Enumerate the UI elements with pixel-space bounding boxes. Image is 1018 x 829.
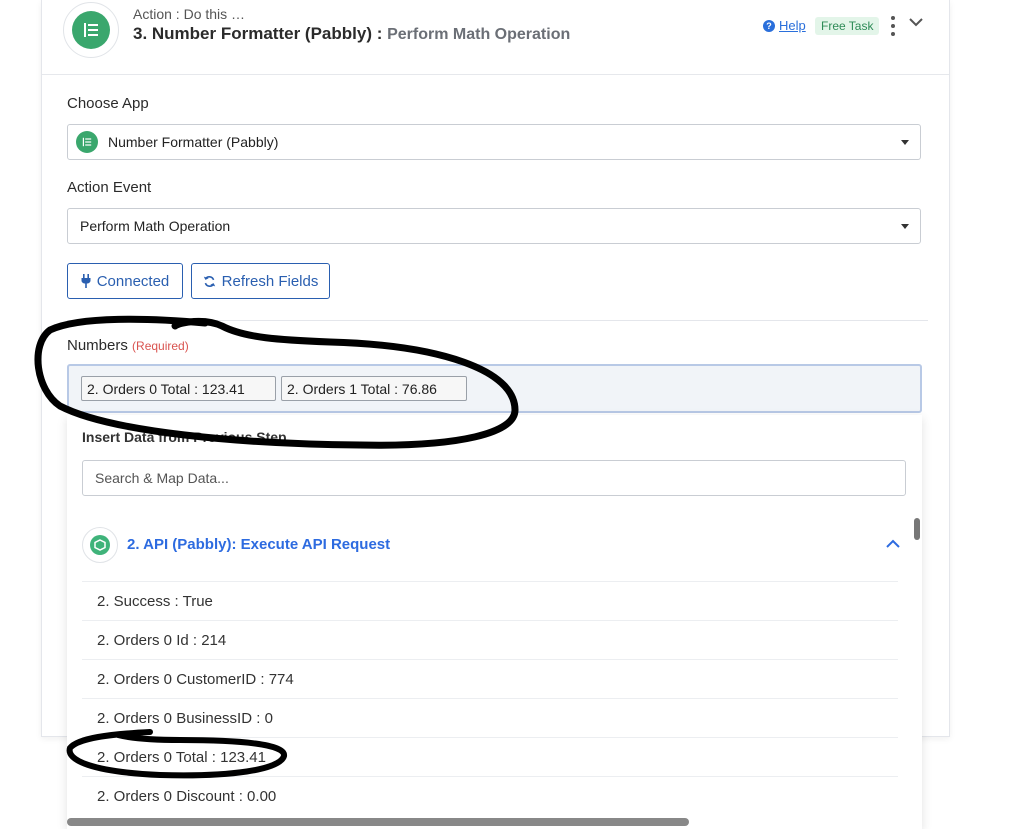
list-item[interactable]: 2. Orders 0 Discount : 0.00 bbox=[82, 776, 898, 815]
numbers-input[interactable]: 2. Orders 0 Total : 123.41 2. Orders 1 T… bbox=[67, 364, 922, 413]
choose-app-select[interactable]: Number Formatter (Pabbly) bbox=[67, 124, 921, 160]
number-formatter-icon bbox=[76, 131, 98, 153]
search-map-data-input[interactable] bbox=[82, 460, 906, 496]
step-subtitle: Perform Math Operation bbox=[387, 26, 571, 43]
connected-label: Connected bbox=[96, 272, 170, 290]
caret-down-icon bbox=[901, 224, 909, 229]
step-header[interactable]: Action : Do this … 3. Number Formatter (… bbox=[42, 0, 949, 75]
choose-app-label: Choose App bbox=[67, 95, 149, 112]
action-event-select[interactable]: Perform Math Operation bbox=[67, 208, 921, 244]
caret-down-icon bbox=[901, 140, 909, 145]
api-step-group-header[interactable]: 2. API (Pabbly): Execute API Request bbox=[82, 527, 900, 567]
action-event-label: Action Event bbox=[67, 179, 152, 196]
chevron-down-icon[interactable] bbox=[908, 14, 924, 35]
divider bbox=[67, 320, 928, 321]
help-link[interactable]: ? Help bbox=[763, 18, 806, 33]
help-label: Help bbox=[779, 18, 806, 33]
horizontal-scrollbar[interactable] bbox=[67, 818, 689, 826]
refresh-fields-button[interactable]: Refresh Fields bbox=[191, 263, 330, 299]
map-data-dropdown: Insert Data from Previous Step 2. API (P… bbox=[67, 415, 922, 829]
vertical-scrollbar[interactable] bbox=[914, 518, 920, 540]
numbers-label: Numbers (Required) bbox=[67, 337, 189, 354]
list-item[interactable]: 2. Success : True bbox=[82, 581, 898, 620]
step-title-text: 3. Number Formatter (Pabbly) : bbox=[133, 24, 383, 43]
question-icon: ? bbox=[763, 19, 775, 32]
connected-button[interactable]: Connected bbox=[67, 263, 183, 299]
free-task-badge: Free Task bbox=[815, 17, 880, 35]
list-item[interactable]: 2. Orders 0 CustomerID : 774 bbox=[82, 659, 898, 698]
required-indicator: (Required) bbox=[132, 339, 189, 353]
step-icon bbox=[63, 2, 119, 58]
refresh-fields-label: Refresh Fields bbox=[221, 272, 319, 290]
number-formatter-icon bbox=[72, 11, 110, 49]
list-item[interactable]: 2. Orders 0 Id : 214 bbox=[82, 620, 898, 659]
more-options-icon[interactable] bbox=[889, 16, 897, 36]
numbers-label-text: Numbers bbox=[67, 337, 128, 354]
data-items-list: 2. Success : True 2. Orders 0 Id : 214 2… bbox=[82, 581, 898, 815]
mapped-chip[interactable]: 2. Orders 1 Total : 76.86 bbox=[281, 376, 467, 401]
api-icon bbox=[82, 527, 118, 563]
action-pre-label: Action : Do this … bbox=[133, 6, 246, 22]
step-title: 3. Number Formatter (Pabbly) : Perform M… bbox=[133, 24, 570, 44]
action-event-value: Perform Math Operation bbox=[80, 218, 231, 234]
chevron-up-icon[interactable] bbox=[886, 537, 900, 555]
list-item[interactable]: 2. Orders 0 Total : 123.41 bbox=[82, 737, 898, 776]
plug-icon bbox=[81, 274, 91, 288]
list-item[interactable]: 2. Orders 0 BusinessID : 0 bbox=[82, 698, 898, 737]
choose-app-value: Number Formatter (Pabbly) bbox=[108, 134, 279, 150]
api-step-title: 2. API (Pabbly): Execute API Request bbox=[127, 536, 391, 553]
insert-data-label: Insert Data from Previous Step bbox=[82, 429, 287, 445]
mapped-chip[interactable]: 2. Orders 0 Total : 123.41 bbox=[81, 376, 276, 401]
refresh-icon bbox=[203, 275, 215, 287]
